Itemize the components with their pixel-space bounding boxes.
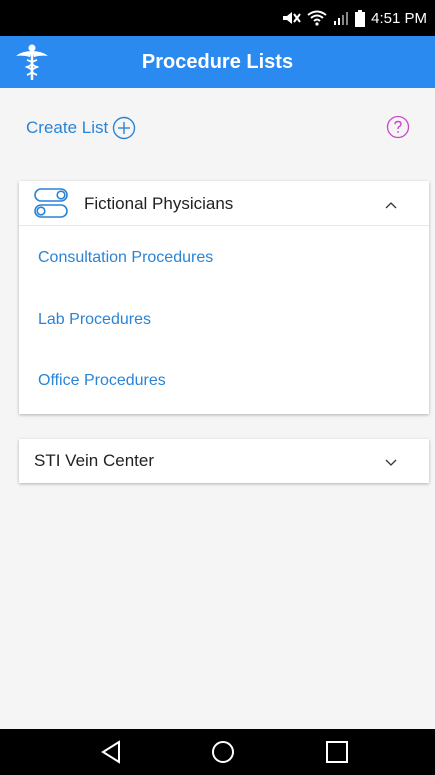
question-circle-icon[interactable] [386, 115, 410, 139]
create-list-label: Create List [26, 118, 109, 137]
group-title: Fictional Physicians [84, 194, 234, 213]
procedure-item-consultation[interactable]: Consultation Procedures [38, 249, 213, 267]
create-list-button[interactable]: Create List [26, 114, 136, 142]
navigation-bar [0, 729, 435, 775]
toggle-icon [34, 188, 68, 218]
page-title: Procedure Lists [141, 51, 294, 73]
battery-icon [355, 9, 366, 27]
status-time: 4:51 PM [371, 9, 427, 27]
back-icon[interactable] [99, 739, 125, 765]
group-title: STI Vein Center [34, 451, 155, 470]
app-bar: Procedure Lists [0, 36, 435, 88]
home-icon[interactable] [210, 739, 236, 765]
procedure-item-office[interactable]: Office Procedures [38, 372, 166, 390]
status-icons: 4:51 PM [281, 0, 427, 36]
status-bar: 4:51 PM [0, 0, 435, 36]
procedure-item-lab[interactable]: Lab Procedures [38, 311, 151, 329]
group-header-fictional-physicians[interactable]: Fictional Physicians [19, 181, 429, 226]
signal-icon [334, 12, 349, 25]
group-card-sti-vein-center: STI Vein Center [19, 439, 429, 483]
chevron-up-icon[interactable] [381, 195, 401, 215]
mute-icon [283, 12, 301, 24]
chevron-down-icon[interactable] [381, 452, 401, 472]
plus-circle-icon [113, 116, 136, 140]
wifi-icon [307, 10, 327, 26]
group-card-fictional-physicians: Fictional Physicians Consultation Proced… [19, 181, 429, 414]
recent-apps-icon[interactable] [324, 739, 350, 765]
group-header-sti-vein-center[interactable]: STI Vein Center [19, 439, 429, 483]
